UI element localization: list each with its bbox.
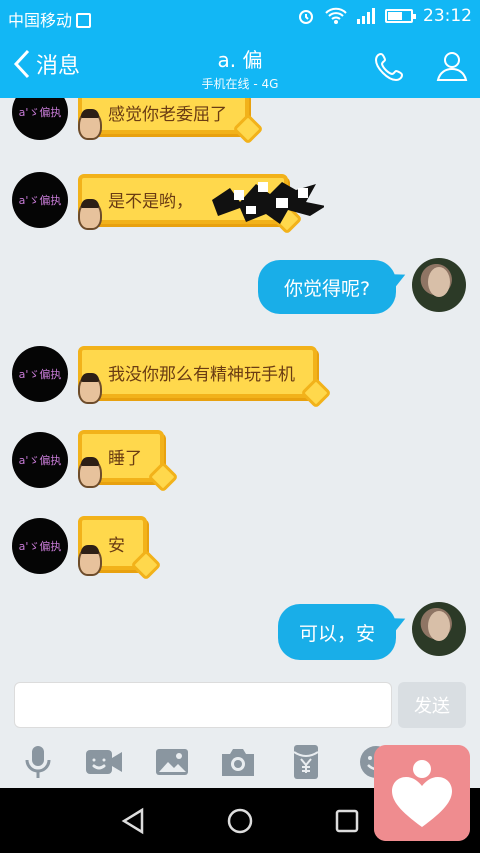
alarm-icon [299, 10, 313, 24]
contact-name: a. 偏 [217, 48, 263, 72]
bubble-character-icon [78, 373, 102, 404]
honeycomb-decoration [232, 113, 264, 145]
home-circle-icon[interactable] [225, 806, 255, 836]
contact-avatar[interactable]: a'ゞ偏执 [12, 98, 68, 140]
clock: 23:12 [423, 6, 472, 26]
signal-icon [357, 8, 375, 24]
back-triangle-icon[interactable] [118, 806, 148, 836]
message-bubble-right[interactable]: 可以，安 [278, 604, 396, 660]
send-button[interactable]: 发送 [398, 682, 466, 728]
honeycomb-decoration [300, 377, 332, 409]
mosaic-sticker [212, 182, 324, 224]
floating-heart-button[interactable] [374, 745, 470, 841]
wifi-icon [325, 7, 347, 24]
online-status: 手机在线 - 4G [201, 77, 279, 91]
honeycomb-decoration [147, 461, 179, 493]
sim-icon [76, 13, 92, 28]
recents-square-icon[interactable] [332, 806, 362, 836]
contact-avatar[interactable]: a'ゞ偏执 [12, 518, 68, 574]
message-bubble-left[interactable]: 安 [78, 516, 162, 581]
contact-avatar[interactable]: a'ゞ偏执 [12, 172, 68, 228]
bubble-character-icon [78, 457, 102, 488]
video-call-icon[interactable] [84, 742, 124, 782]
chat-title-block[interactable]: a. 偏 手机在线 - 4G [140, 44, 340, 92]
back-button[interactable]: 消息 [12, 48, 80, 80]
my-avatar[interactable] [412, 602, 466, 656]
contact-avatar[interactable]: a'ゞ偏执 [12, 432, 68, 488]
status-bar: 中国移动 23:12 [0, 0, 480, 34]
red-packet-icon[interactable] [286, 742, 326, 782]
carrier-name: 中国移动 [8, 7, 92, 31]
bubble-character-icon [78, 545, 102, 576]
camera-icon[interactable] [218, 742, 258, 782]
message-bubble-left[interactable]: 睡了 [78, 430, 179, 493]
battery-icon [385, 9, 416, 23]
bubble-character-icon [78, 199, 102, 230]
my-avatar[interactable] [412, 258, 466, 312]
message-bubble-left[interactable]: 感觉你老委屈了 [78, 98, 264, 145]
chevron-left-icon [13, 49, 30, 79]
message-bubble-left[interactable]: 我没你那么有精神玩手机 [78, 346, 332, 409]
contact-avatar[interactable]: a'ゞ偏执 [12, 346, 68, 402]
profile-icon[interactable] [434, 48, 470, 84]
microphone-icon[interactable] [18, 742, 58, 782]
status-icons: 23:12 [297, 6, 472, 26]
message-bubble-right[interactable]: 你觉得呢? [258, 260, 396, 314]
chat-header: 消息 a. 偏 手机在线 - 4G [0, 34, 480, 98]
back-label: 消息 [36, 54, 81, 79]
message-input[interactable] [14, 682, 392, 728]
image-icon[interactable] [152, 742, 192, 782]
phone-icon[interactable] [372, 48, 408, 84]
bubble-character-icon [78, 109, 102, 140]
message-list[interactable]: a'ゞ偏执 感觉你老委屈了 a'ゞ偏执 是不是哟， 你觉得呢? a'ゞ偏执 我没… [0, 98, 480, 668]
honeycomb-decoration [130, 549, 162, 581]
